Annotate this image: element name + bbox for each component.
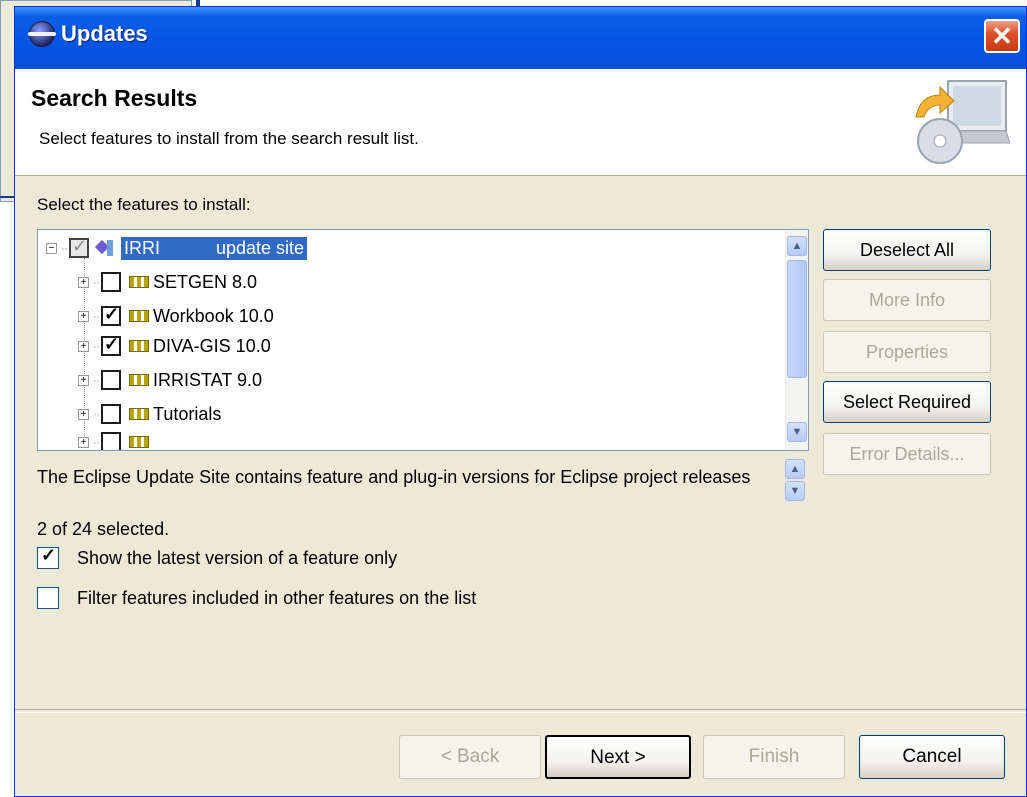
features-label: Select the features to install:: [37, 195, 251, 214]
updates-dialog: Updates ✕ Search Results Select features…: [14, 6, 1027, 797]
expand-icon[interactable]: +: [78, 436, 89, 448]
finish-button[interactable]: Finish: [703, 735, 845, 779]
latest-version-label: Show the latest version of a feature onl…: [77, 547, 398, 568]
feature-label: Workbook 10.0: [153, 305, 274, 326]
tree-connector: ··: [93, 275, 100, 289]
tree-root-row[interactable]: − ·· IRRI update site: [46, 232, 308, 264]
page-title: Search Results: [31, 85, 198, 111]
tree-connector: ··: [93, 309, 100, 323]
feature-checkbox[interactable]: [101, 334, 121, 356]
feature-icon: [129, 340, 149, 352]
eclipse-icon: [28, 21, 56, 47]
root-checkbox[interactable]: [69, 236, 89, 258]
feature-checkbox[interactable]: [101, 272, 121, 292]
feature-checkbox[interactable]: [101, 370, 121, 390]
tree-scrollbar[interactable]: ▲ ▼: [785, 230, 808, 450]
feature-icon: [129, 310, 149, 322]
tree-item-row[interactable]: + ··: [78, 426, 153, 450]
feature-icon: [129, 276, 149, 288]
latest-version-option[interactable]: Show the latest version of a feature onl…: [37, 545, 398, 569]
button-bar-divider: [15, 709, 1026, 713]
error-details-button[interactable]: Error Details...: [823, 433, 991, 475]
collapse-icon[interactable]: −: [46, 242, 57, 254]
feature-label: DIVA-GIS 10.0: [153, 335, 271, 356]
filter-features-checkbox[interactable]: [37, 587, 59, 609]
scroll-up-icon[interactable]: ▲: [785, 459, 805, 479]
tree-item-row[interactable]: + ·· DIVA-GIS 10.0: [78, 330, 271, 362]
title-bar[interactable]: Updates ✕: [15, 7, 1026, 69]
tree-item-row[interactable]: + ·· SETGEN 8.0: [78, 266, 257, 298]
wizard-header: Search Results Select features to instal…: [15, 69, 1026, 176]
install-wizard-icon: [915, 80, 1010, 164]
filter-features-option[interactable]: Filter features included in other featur…: [37, 587, 476, 609]
description-scrollbar[interactable]: ▲ ▼: [784, 459, 806, 501]
feature-icon: [129, 374, 149, 386]
tree-connector: ··: [93, 373, 100, 387]
page-description: Select features to install from the sear…: [39, 129, 419, 148]
selection-count: 2 of 24 selected.: [37, 519, 170, 539]
expand-icon[interactable]: +: [78, 310, 89, 322]
feature-checkbox[interactable]: [101, 304, 121, 326]
root-label-name: IRRI: [124, 237, 160, 258]
back-button[interactable]: < Back: [399, 735, 541, 779]
tree-connector: ··: [61, 241, 68, 255]
expand-icon[interactable]: +: [78, 276, 89, 288]
tree-item-row[interactable]: + ·· Workbook 10.0: [78, 300, 274, 332]
scroll-down-icon[interactable]: ▼: [787, 422, 807, 442]
tree-connector: ··: [93, 435, 100, 449]
feature-description: The Eclipse Update Site contains feature…: [37, 467, 751, 487]
root-label-suffix: update site: [216, 237, 305, 258]
latest-version-checkbox[interactable]: [37, 545, 59, 569]
close-button[interactable]: ✕: [984, 19, 1020, 53]
more-info-button[interactable]: More Info: [823, 279, 991, 321]
root-label[interactable]: IRRI update site: [121, 236, 308, 260]
filter-features-label: Filter features included in other featur…: [77, 587, 477, 608]
features-tree[interactable]: − ·· IRRI update site + ·· SETGEN 8.0 + ·…: [37, 229, 809, 451]
feature-label: IRRISTAT 9.0: [153, 369, 263, 390]
feature-label: Tutorials: [153, 403, 222, 424]
scroll-up-icon[interactable]: ▲: [787, 236, 807, 256]
feature-icon: [129, 436, 149, 448]
scroll-thumb[interactable]: [787, 260, 807, 378]
feature-checkbox[interactable]: [101, 432, 121, 450]
expand-icon[interactable]: +: [78, 340, 89, 352]
expand-icon[interactable]: +: [78, 374, 89, 386]
update-site-icon: [97, 240, 117, 256]
cancel-button[interactable]: Cancel: [859, 735, 1005, 779]
tree-connector: ··: [93, 339, 100, 353]
feature-icon: [129, 408, 149, 420]
expand-icon[interactable]: +: [78, 408, 89, 420]
next-button[interactable]: Next >: [545, 735, 691, 779]
feature-checkbox[interactable]: [101, 404, 121, 424]
window-title: Updates: [61, 21, 148, 46]
feature-label: SETGEN 8.0: [153, 271, 258, 292]
tree-connector: ··: [93, 407, 100, 421]
properties-button[interactable]: Properties: [823, 331, 991, 373]
select-required-button[interactable]: Select Required: [823, 381, 991, 423]
deselect-all-button[interactable]: Deselect All: [823, 229, 991, 271]
scroll-down-icon[interactable]: ▼: [785, 481, 805, 501]
tree-item-row[interactable]: + ·· IRRISTAT 9.0: [78, 364, 262, 396]
